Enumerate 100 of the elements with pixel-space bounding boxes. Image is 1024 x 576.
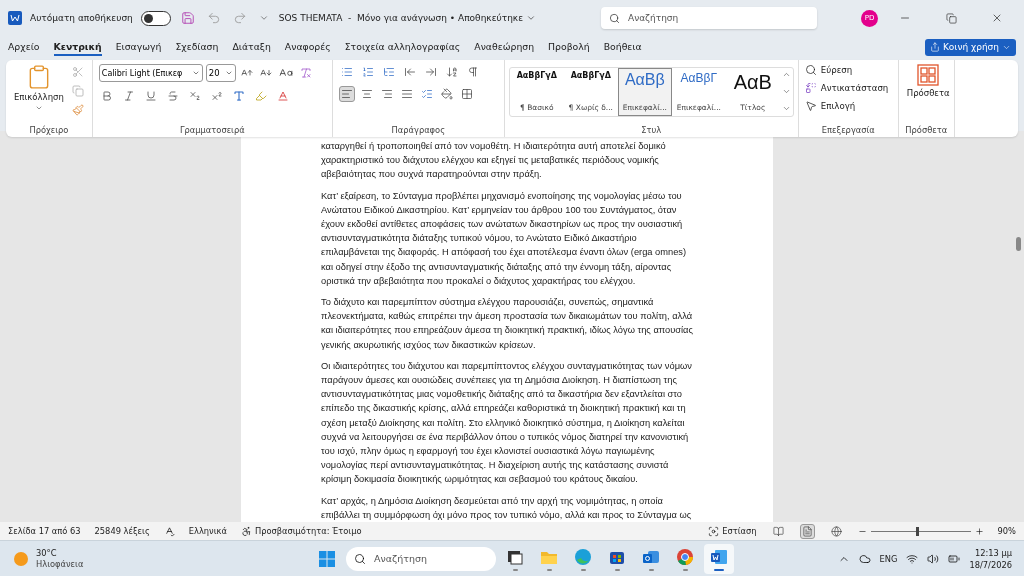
browser-icon xyxy=(675,546,695,567)
caret-icon xyxy=(34,104,43,112)
accessibility-icon xyxy=(240,525,252,537)
group-label: Επεξεργασία xyxy=(820,125,876,135)
caret-icon xyxy=(258,13,269,23)
sun-icon xyxy=(12,549,30,568)
volume-icon xyxy=(927,552,940,565)
scissors-icon xyxy=(71,66,84,78)
pilcrow-icon xyxy=(466,66,479,78)
weather-label: Ηλιοφάνεια xyxy=(36,559,84,569)
undo-icon xyxy=(206,11,221,25)
editing-button[interactable]: Επιλογή xyxy=(804,100,856,112)
paintbrush-icon xyxy=(71,104,84,116)
editing-button[interactable]: Εύρεση xyxy=(804,64,853,76)
group-label: Γραμματοσειρά xyxy=(178,125,246,135)
page-count[interactable]: Σελίδα 17 από 63 xyxy=(8,526,81,536)
increase-indent-icon xyxy=(424,66,437,78)
grow-font-icon xyxy=(240,67,253,79)
addins-button[interactable]: Πρόσθετα xyxy=(904,64,952,125)
ribbon-tab[interactable]: Προβολή xyxy=(548,38,590,56)
taskbar-search-field[interactable]: Αναζήτηση xyxy=(346,546,496,571)
grid-icon xyxy=(917,64,940,86)
align-left-icon xyxy=(340,88,353,100)
justify-icon xyxy=(400,88,413,100)
focus-button[interactable]: Εστίαση xyxy=(722,526,757,536)
clear-format-icon xyxy=(299,67,312,79)
autosave-label: Αυτόματη αποθήκευση xyxy=(30,13,133,23)
save-icon xyxy=(180,11,195,25)
chevron-up-icon xyxy=(781,70,791,79)
page-icon xyxy=(801,525,813,537)
text-effects-icon xyxy=(232,90,245,102)
zoom-level[interactable]: 90% xyxy=(997,526,1016,536)
view-button[interactable] xyxy=(828,523,844,539)
ribbon-tab[interactable]: Αρχείο xyxy=(8,38,40,56)
replace-icon xyxy=(804,82,817,94)
bullet-list-icon xyxy=(340,66,353,78)
taskbar-app[interactable] xyxy=(704,543,734,574)
align-right-icon xyxy=(380,88,393,100)
ribbon-tab[interactable]: Σχεδίαση xyxy=(175,38,219,56)
ribbon-tab[interactable]: Εισαγωγή xyxy=(115,38,162,56)
paragraph: Οι ιδιαιτερότητες του διάχυτου και παρεμπίπτοντος ελέγχου συνταγματικότητας των νόμων παράγουν άμεσες και ουσιώδεις συνέπειες για τη Δημόσια Διοίκηση. Η διαπίστωση της αντισυνταγματικότητας μιας νομοθετικής διάταξης από τα δικαστήρια δεν εξαντλείται στο επίπεδο της δικαστικής κρίσης, αλλά επηρεάζει καθοριστικά τη διοικητική πρακτική και τη σχέση μεταξύ Διοίκησης και πολίτη. Στο ελληνικό διοικητικό σύστημα, η Διοίκηση καλείται συχνά να λειτουργήσει σε ένα περιβάλλον όπου ο τυπικός νόμος διατηρεί την κανονιστική του ισχύ, πλην όμως η εφαρμογή του έχει κλονιστεί ουσιαστικά λόγω παγιωμένης νομολογίας περί αντισυνταγματικότητας. Η διαχείριση αυτής της κατάστασης συνιστά κρίσιμη δοκιμασία διοικητικής ωριμότητας και σεβασμού του κράτους δικαίου. xyxy=(321,359,693,487)
editing-button[interactable]: Αντικατάσταση xyxy=(804,82,889,94)
bold-icon xyxy=(100,90,113,102)
multilevel-list-icon xyxy=(382,66,395,78)
paste-button[interactable]: Επικόλληση xyxy=(12,64,66,125)
word-count[interactable]: 25849 λέξεις xyxy=(94,526,150,536)
cloud-icon xyxy=(858,552,871,565)
ribbon-tab[interactable]: Βοήθεια xyxy=(603,38,642,56)
font-color-icon xyxy=(276,90,289,102)
read-mode-icon xyxy=(772,525,784,537)
view-button[interactable] xyxy=(799,523,815,539)
document-title: SOS THEMATA - Μόνο για ανάγνωση • Αποθηκεύτηκε xyxy=(278,13,523,23)
ribbon-tab[interactable]: Διάταξη xyxy=(232,38,271,56)
align-center-icon xyxy=(360,88,373,100)
ribbon-tab[interactable]: Στοιχεία αλληλογραφίας xyxy=(344,38,461,56)
highlighter-icon xyxy=(254,90,267,102)
sort-icon xyxy=(445,66,458,78)
group-label: Πρόσθετα xyxy=(904,125,948,135)
ribbon-tab[interactable]: Αναθεώρηση xyxy=(474,38,535,56)
zoom-in-icon xyxy=(974,526,984,536)
paragraph: Κατ’ εξαίρεση, το Σύνταγμα προβλέπει μηχανισμό ενοποίησης της νομολογίας μέσω του Ανώτατου Ειδικού Δικαστηρίου. Κατ’ ερμηνείαν του άρθρου 100 του Συντάγματος, όταν έχουν εκδοθεί αντίθετες αποφάσεις των ανώτατων δικαστηρίων ως προς την ουσιαστική αντισυνταγματικότητα διάταξης τυπικού νόμου, το Ανώτατο Ειδικό Δικαστήριο επιλαμβάνεται της διαφοράς. Η απόφασή του έχει αποτέλεσμα έναντι όλων (erga omnes) και οδηγεί στην έξοδο της αντισυνταγματικής διάταξης από την έννομη τάξη, αίροντας οριστικά την αβεβαιότητα που προκαλεί ο διάχυτος χαρακτήρας του ελέγχου. xyxy=(321,189,688,288)
borders-icon xyxy=(460,88,473,100)
decrease-indent-icon xyxy=(403,66,416,78)
battery-icon xyxy=(948,552,961,565)
shading-button[interactable] xyxy=(438,86,455,102)
caret-icon xyxy=(191,69,200,77)
group-label: Στυλ xyxy=(641,125,662,135)
share-button[interactable]: Κοινή χρήση xyxy=(924,38,1016,56)
ribbon-tab[interactable]: Αναφορές xyxy=(284,38,331,56)
windows-icon xyxy=(318,549,336,568)
clock-date[interactable]: 18/7/2026 xyxy=(969,559,1012,570)
shrink-font-icon xyxy=(259,67,272,79)
autosave-toggle[interactable] xyxy=(140,10,171,26)
slider-thumb[interactable] xyxy=(915,526,919,536)
share-icon xyxy=(929,42,940,52)
browser-icon xyxy=(573,546,593,567)
input-language[interactable]: ENG xyxy=(879,553,898,564)
font-size-dropdown[interactable]: 20 xyxy=(205,64,236,82)
ribbon-tab[interactable]: Κεντρική xyxy=(53,38,102,56)
search-icon xyxy=(609,12,620,24)
superscript-icon xyxy=(210,90,223,102)
search-field[interactable]: Αναζήτηση xyxy=(601,7,817,29)
paragraph: καταργηθεί ή τροποποιηθεί από τον νομοθέτη. Η ιδιαιτερότητα αυτή αποτελεί δομικό χαρακτηριστικό του διάχυτου ελέγχου και εξηγεί τις μεταβατικές περιόδους νομικής αβεβαιότητας που συχνά παρατηρούνται στην πράξη. xyxy=(321,140,667,182)
web-icon xyxy=(830,525,842,537)
format-painter-button[interactable] xyxy=(69,102,86,118)
expand-icon xyxy=(781,104,791,113)
clock-time[interactable]: 12:13 μμ xyxy=(974,547,1012,558)
copy-button[interactable] xyxy=(69,83,86,99)
group-label: Παράγραφος xyxy=(390,125,447,135)
caret-icon xyxy=(526,13,536,23)
underline-icon xyxy=(144,90,157,102)
chevron-down-icon xyxy=(781,87,791,96)
copy-icon xyxy=(71,85,84,97)
align-button[interactable] xyxy=(338,86,355,102)
accessibility-status[interactable]: Προσβασιμότητα: Έτοιμο xyxy=(254,526,362,536)
wifi-icon xyxy=(906,552,919,565)
scrollbar-thumb[interactable] xyxy=(1016,237,1021,251)
language-label[interactable]: Ελληνικά xyxy=(188,526,227,536)
font-name-dropdown[interactable]: Calibri Light (Επικεφ xyxy=(98,64,203,82)
search-icon xyxy=(804,64,817,76)
